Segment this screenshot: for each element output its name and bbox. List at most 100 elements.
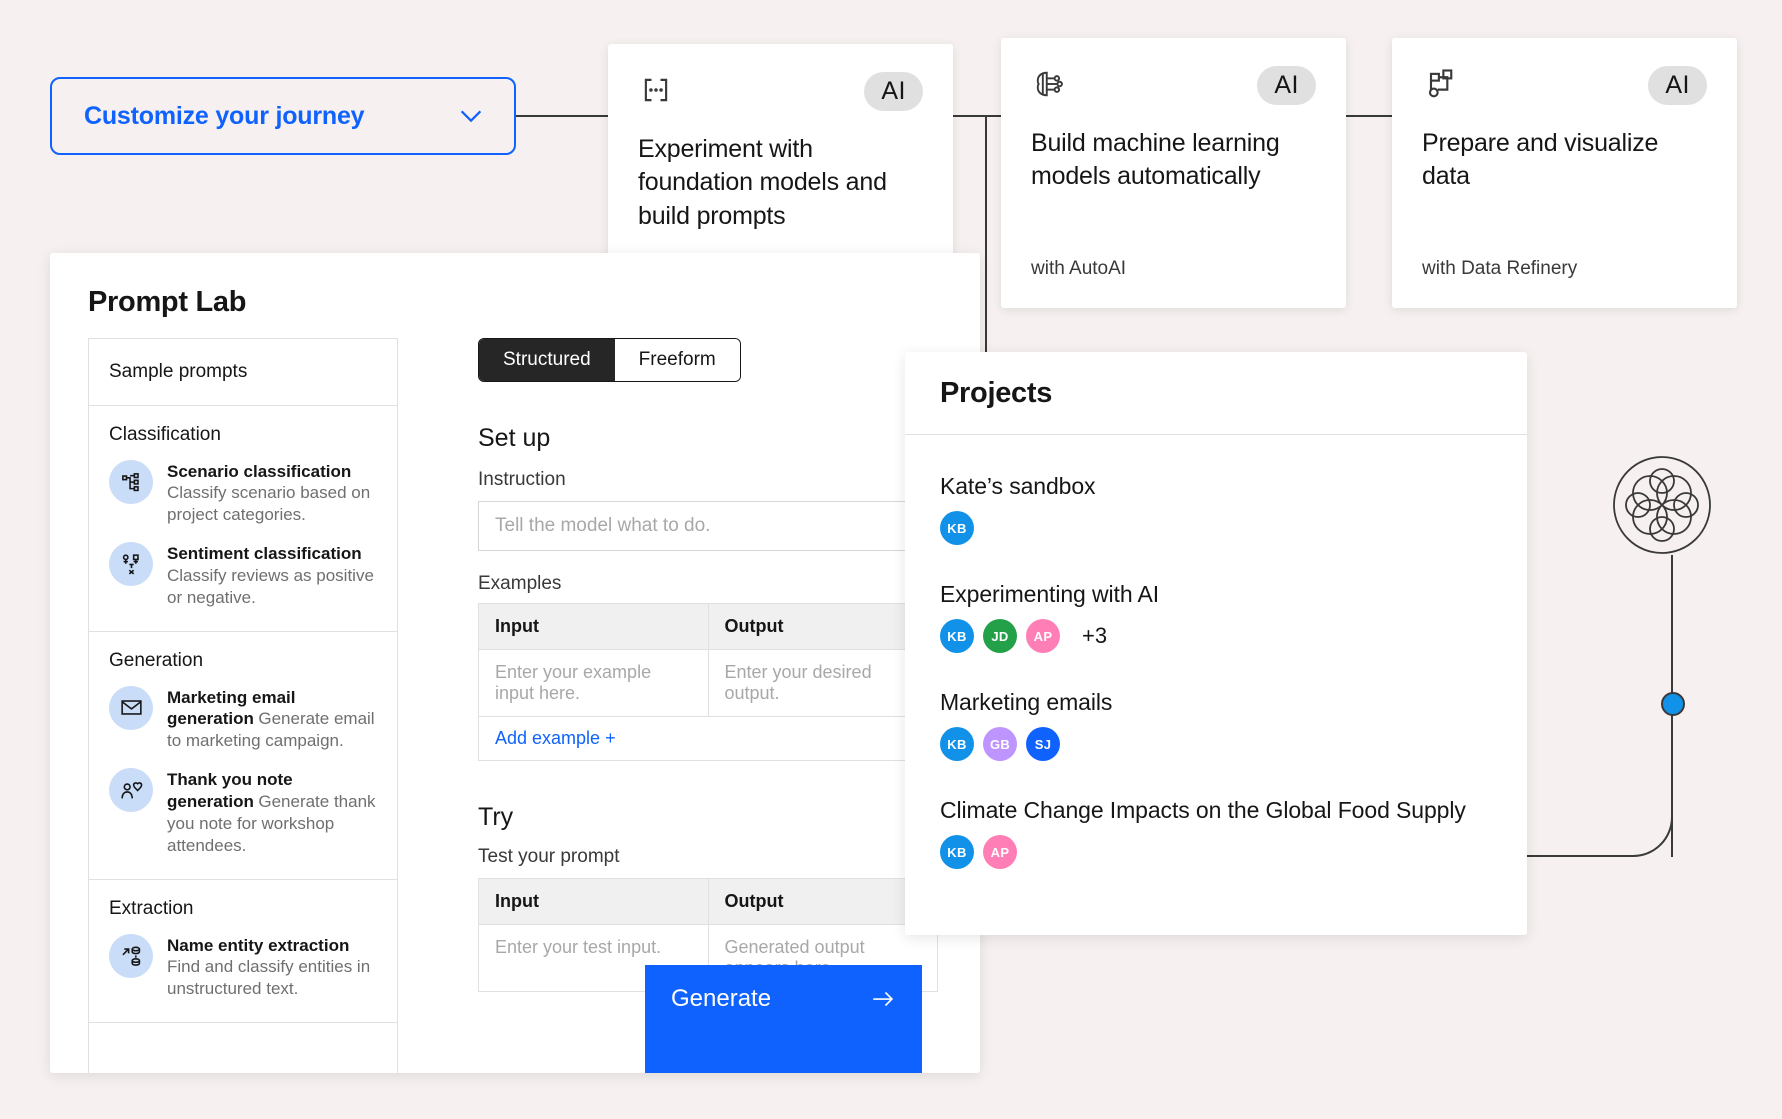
arrow-right-icon <box>870 986 896 1012</box>
sample-item-name: Name entity extraction <box>167 935 350 955</box>
column-header-input: Input <box>479 604 709 649</box>
data-flow-icon <box>1422 66 1458 102</box>
sample-prompts-header: Sample prompts <box>89 339 397 406</box>
table-header-row: Input Output <box>479 604 937 649</box>
user-heart-icon <box>109 768 153 813</box>
column-header-output: Output <box>724 891 784 911</box>
list-item[interactable]: Climate Change Impacts on the Global Foo… <box>940 797 1492 869</box>
avatar-group: KB JD AP +3 <box>940 619 1492 653</box>
project-name: Marketing emails <box>940 689 1113 715</box>
sample-item-name-entity-extraction[interactable]: Name entity extraction Find and classify… <box>109 933 377 1000</box>
avatar-group: KB <box>940 511 1492 545</box>
avatar-overflow-count: +3 <box>1082 623 1108 648</box>
instruction-input[interactable]: Tell the model what to do. <box>478 501 938 551</box>
generate-button[interactable]: Generate <box>645 965 922 1073</box>
avatar: JD <box>983 619 1017 653</box>
brackets-dots-icon <box>638 72 674 108</box>
ai-badge: AI <box>1257 66 1316 105</box>
group-title: Classification <box>109 424 221 445</box>
sample-item-desc: Classify scenario based on project categ… <box>167 483 371 525</box>
add-example-button[interactable]: Add example + <box>479 716 937 760</box>
examples-table: Input Output Enter your example input he… <box>478 603 938 761</box>
connector-line-2 <box>953 115 1003 117</box>
sample-item-desc: Find and classify entities in unstructur… <box>167 957 371 999</box>
connector-curve <box>1627 815 1673 857</box>
journey-card-autoai[interactable]: AI Build machine learning models automat… <box>1001 38 1346 308</box>
sample-item-thank-you-note-generation[interactable]: Thank you note generation Generate thank… <box>109 768 377 857</box>
sample-item-text: Name entity extraction Find and classify… <box>167 934 377 1000</box>
tab-structured[interactable]: Structured <box>479 339 615 381</box>
list-item[interactable]: Experimenting with AI KB JD AP +3 <box>940 581 1492 653</box>
sample-item-marketing-email-generation[interactable]: Marketing email generation Generate emai… <box>109 685 377 752</box>
tab-freeform[interactable]: Freeform <box>614 339 740 381</box>
customize-journey-dropdown[interactable]: Customize your journey <box>50 77 516 155</box>
example-input-cell[interactable]: Enter your example input here. <box>479 650 709 716</box>
table-row: Enter your example input here. Enter you… <box>479 649 937 716</box>
avatar: KB <box>940 511 974 545</box>
sample-item-desc: Classify reviews as positive or negative… <box>167 565 374 607</box>
avatar: GB <box>983 727 1017 761</box>
sample-group-extraction: Extraction Name entity extraction Find a… <box>89 880 397 1024</box>
avatar: KB <box>940 727 974 761</box>
page-root: Customize your journey AI Experiment wit… <box>0 0 1782 1119</box>
customize-journey-label: Customize your journey <box>84 101 365 130</box>
ai-badge: AI <box>1648 66 1707 105</box>
prompt-lab-panel: Prompt Lab Sample prompts Classification <box>50 253 980 1073</box>
sample-item-scenario-classification[interactable]: Scenario classification Classify scenari… <box>109 460 377 526</box>
group-title: Generation <box>109 649 204 671</box>
avatar: KB <box>940 619 974 653</box>
list-item[interactable]: Kate’s sandbox KB <box>940 473 1492 545</box>
sample-item-text: Sentiment classification Classify review… <box>167 542 377 608</box>
journey-card-data-refinery[interactable]: AI Prepare and visualize data with Data … <box>1392 38 1737 308</box>
avatar-group: KB AP <box>940 835 1492 869</box>
card-subtitle: with Data Refinery <box>1422 258 1578 279</box>
hierarchy-icon <box>109 460 153 504</box>
sentiment-icon <box>109 542 153 587</box>
project-name: Climate Change Impacts on the Global Foo… <box>940 797 1466 823</box>
card-subtitle: with AutoAI <box>1031 258 1127 279</box>
chevron-down-icon <box>456 101 486 131</box>
example-output-cell[interactable]: Enter your desired output. <box>709 650 938 716</box>
connector-line-4 <box>1527 855 1627 857</box>
avatar: SJ <box>1026 727 1060 761</box>
card-title: Prepare and visualize data <box>1422 129 1659 191</box>
connector-line-3 <box>1346 115 1394 117</box>
group-title: Extraction <box>109 897 194 919</box>
sample-item-text: Thank you note generation Generate thank… <box>167 768 377 857</box>
column-header-input: Input <box>479 879 709 924</box>
sample-item-name: Sentiment classification <box>167 544 362 564</box>
envelope-icon <box>109 685 153 730</box>
projects-panel: Projects Kate’s sandbox KB Experimenting… <box>905 352 1527 935</box>
card-header: AI <box>1422 66 1707 105</box>
prompt-mode-tabs: Structured Freeform <box>478 338 741 382</box>
connector-node-dot <box>1661 692 1685 716</box>
list-item[interactable]: Marketing emails KB GB SJ <box>940 689 1492 761</box>
sample-item-sentiment-classification[interactable]: Sentiment classification Classify review… <box>109 542 377 608</box>
machine-learning-brain-icon <box>1031 66 1067 102</box>
ai-badge: AI <box>864 72 923 111</box>
avatar: AP <box>983 835 1017 869</box>
projects-list: Kate’s sandbox KB Experimenting with AI … <box>905 435 1527 869</box>
project-name: Experimenting with AI <box>940 581 1160 607</box>
card-title: Experiment with foundation models and bu… <box>638 135 887 230</box>
card-header: AI <box>638 72 923 111</box>
avatar-group: KB GB SJ <box>940 727 1492 761</box>
entity-extraction-icon <box>109 933 153 978</box>
avatar: KB <box>940 835 974 869</box>
sample-item-name: Scenario classification <box>167 462 352 481</box>
sample-group-generation: Generation Marketing email generation Ge… <box>89 632 397 880</box>
sample-prompts-sidebar: Sample prompts Classification Scenario c… <box>88 338 398 1073</box>
sample-group-classification: Classification Scenario classification C… <box>89 406 397 632</box>
table-header-row: Input Output <box>479 879 937 924</box>
card-header: AI <box>1031 66 1316 105</box>
sample-item-text: Marketing email generation Generate emai… <box>167 686 377 752</box>
generate-label: Generate <box>671 985 772 1012</box>
card-title: Build machine learning models automatica… <box>1031 129 1280 191</box>
column-header-output: Output <box>724 616 784 636</box>
connector-line-1 <box>516 115 610 117</box>
projects-header: Projects <box>905 352 1527 435</box>
projects-title: Projects <box>940 376 1053 409</box>
page-title: Prompt Lab <box>88 286 247 318</box>
avatar: AP <box>1026 619 1060 653</box>
ibm-flower-emblem-icon <box>1612 455 1712 555</box>
